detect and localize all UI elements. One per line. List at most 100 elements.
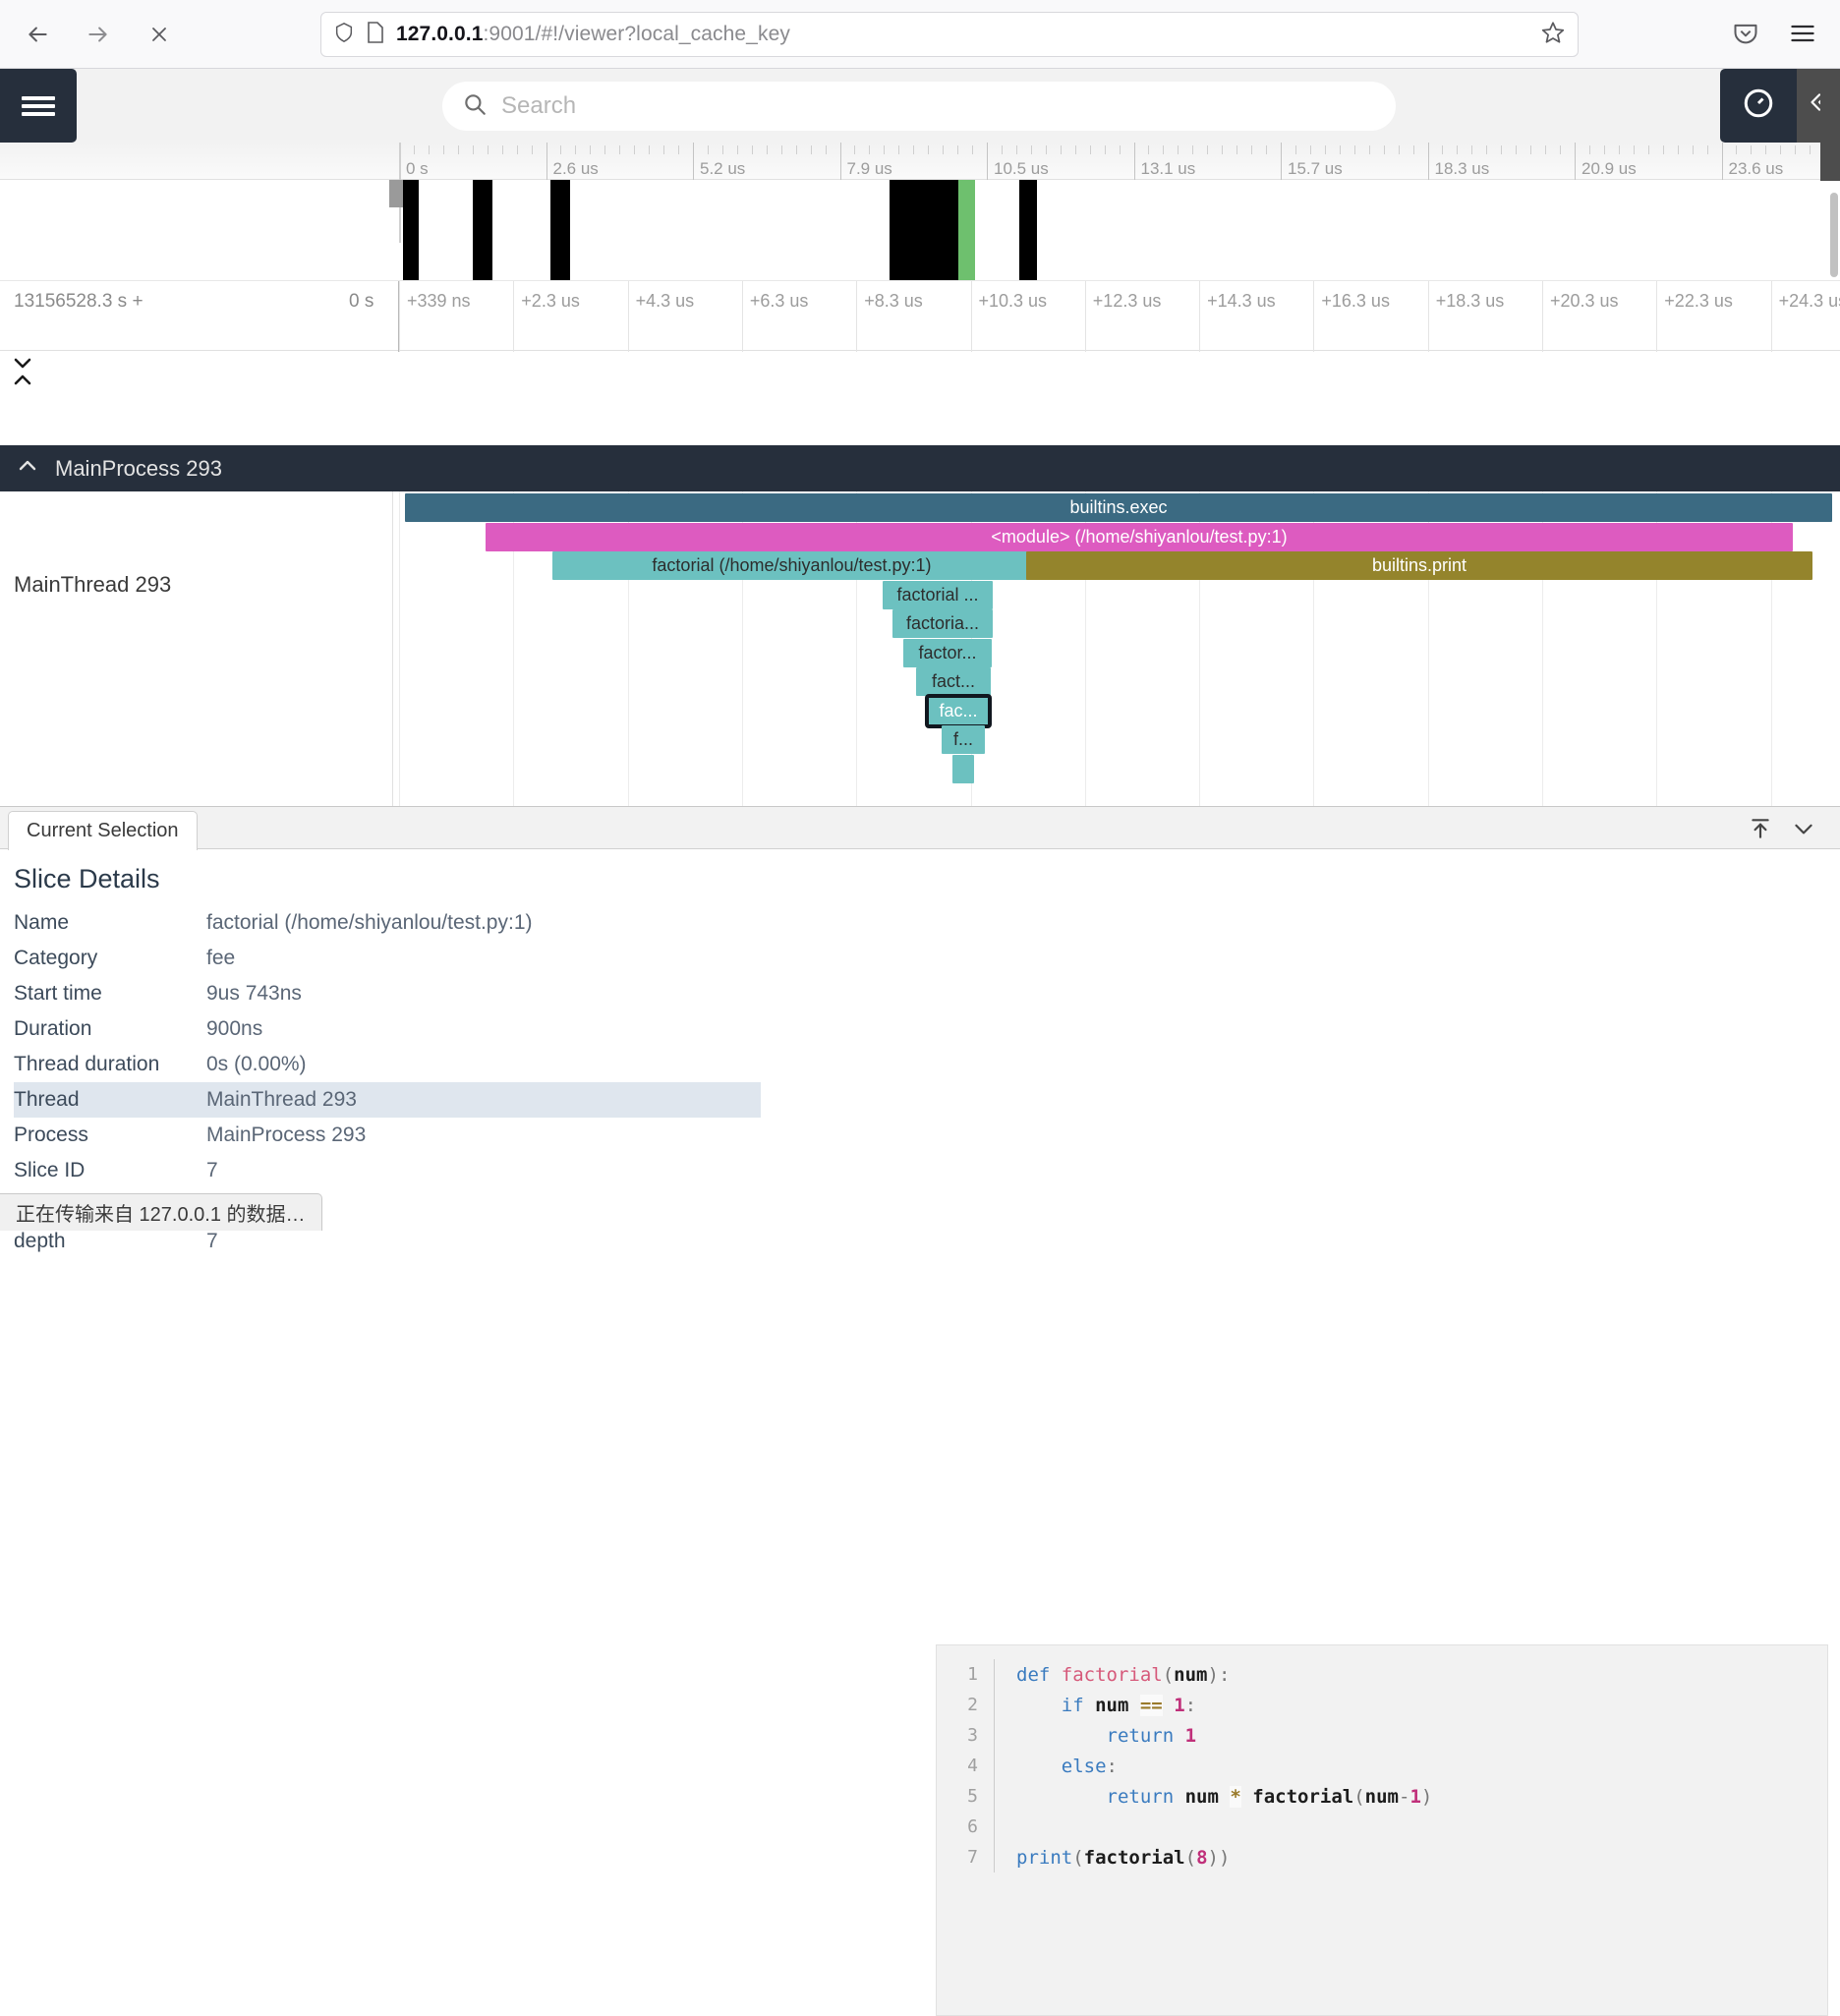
- overview-ruler[interactable]: 0 s 2.6 us 5.2 us 7.9 us 10.5 us 13.1 us 15.7 …: [0, 143, 1840, 180]
- code-gutter-divider: [994, 1842, 995, 1872]
- code-token: def: [1016, 1663, 1062, 1686]
- track-area[interactable]: MainThread 293 builtins.exec <module> (/h…: [0, 491, 1840, 806]
- time-axis-label: +12.3 us: [1092, 291, 1162, 311]
- slice[interactable]: factor...: [903, 638, 992, 667]
- overview-minor-tick: [825, 145, 827, 154]
- code-token: num: [1364, 1785, 1399, 1808]
- details-value: 9us 743ns: [206, 982, 302, 1005]
- browser-forward-button[interactable]: [75, 11, 122, 58]
- overview-minor-tick: [649, 145, 651, 154]
- code-token: :: [1184, 1694, 1197, 1716]
- time-axis[interactable]: 13156528.3 s + 0 s +339 ns +2.3 us +4.3 us…: [0, 280, 1840, 352]
- overview-minor-tick: [928, 145, 930, 154]
- slice[interactable]: builtins.print: [1026, 551, 1812, 580]
- overview-minor-tick: [795, 145, 797, 154]
- star-icon[interactable]: [1540, 20, 1566, 50]
- overview-minor-tick: [472, 145, 474, 154]
- code-line-text: print(factorial(8)): [1016, 1847, 1230, 1869]
- code-line: 6: [937, 1812, 1829, 1842]
- slice[interactable]: builtins.exec: [405, 493, 1832, 522]
- code-token: return: [1106, 1724, 1185, 1747]
- process-group-header[interactable]: MainProcess 293: [0, 445, 1840, 491]
- code-line-number: 1: [967, 1664, 978, 1685]
- slice[interactable]: f...: [942, 725, 985, 754]
- overview-minor-tick: [1192, 145, 1194, 154]
- pocket-icon[interactable]: [1724, 12, 1767, 55]
- expand-collapse-chevrons[interactable]: [10, 352, 39, 395]
- overview-minor-tick: [1692, 145, 1694, 154]
- overview-minor-tick: [1045, 145, 1047, 154]
- code-line-number: 7: [967, 1847, 978, 1868]
- slice[interactable]: factoria...: [892, 609, 993, 638]
- code-token: if: [1061, 1694, 1096, 1716]
- pin-to-top-icon[interactable]: [1742, 811, 1779, 846]
- overview-minor-tick: [428, 145, 430, 154]
- time-axis-label: +339 ns: [407, 291, 471, 311]
- overview-minor-tick: [972, 145, 974, 154]
- slice[interactable]: <module> (/home/shiyanlou/test.py:1): [486, 522, 1793, 551]
- code-gutter-divider: [994, 1781, 995, 1812]
- chevron-down-icon[interactable]: [1785, 811, 1822, 846]
- overview-minor-tick: [1178, 145, 1179, 154]
- address-bar[interactable]: 127.0.0.1:9001/#!/viewer?local_cache_key: [320, 12, 1579, 57]
- overview-minimap[interactable]: 0 s 2.6 us 5.2 us 7.9 us 10.5 us 13.1 us 15.7 …: [0, 143, 1840, 280]
- slice[interactable]: [952, 754, 974, 783]
- overview-bar: [550, 180, 570, 280]
- code-token: return: [1106, 1785, 1185, 1808]
- code-token: -: [1399, 1785, 1410, 1808]
- code-line-text: return num * factorial(num-1): [1016, 1785, 1432, 1808]
- sidebar-toggle-button[interactable]: [0, 69, 77, 143]
- details-value: 7: [206, 1230, 218, 1252]
- code-token: 1: [1409, 1785, 1421, 1808]
- page-scrollbar-track[interactable]: [1828, 181, 1840, 1231]
- time-axis-label: +10.3 us: [978, 291, 1048, 311]
- overview-minor-tick: [1339, 145, 1341, 154]
- code-gutter-divider: [994, 1751, 995, 1781]
- overview-brush-handle[interactable]: [389, 180, 403, 207]
- overview-minor-tick: [1104, 145, 1106, 154]
- code-token: (: [1353, 1785, 1365, 1808]
- overview-minor-tick: [663, 145, 665, 154]
- slice[interactable]: fac...: [925, 693, 992, 728]
- overview-minor-tick: [1471, 145, 1473, 154]
- record-button[interactable]: [1720, 69, 1797, 143]
- page-scrollbar-thumb[interactable]: [1830, 193, 1838, 277]
- time-axis-label: +22.3 us: [1664, 291, 1733, 311]
- browser-stop-button[interactable]: [136, 11, 183, 58]
- details-value: 7: [206, 1159, 218, 1181]
- code-token: factorial: [1083, 1846, 1185, 1869]
- browser-scrollbar[interactable]: [1820, 69, 1840, 181]
- hamburger-menu-icon[interactable]: [1781, 12, 1824, 55]
- slice[interactable]: factorial (/home/shiyanlou/test.py:1): [552, 551, 1031, 580]
- code-line-text: def factorial(num):: [1016, 1664, 1230, 1686]
- overview-minor-tick: [487, 145, 489, 154]
- search-input[interactable]: [501, 92, 1288, 120]
- overview-minor-tick: [516, 145, 518, 154]
- tab-current-selection[interactable]: Current Selection: [8, 811, 198, 850]
- overview-minor-tick: [1795, 145, 1797, 154]
- perfetto-app: 0 s 2.6 us 5.2 us 7.9 us 10.5 us 13.1 us 15.7 …: [0, 69, 1840, 2016]
- code-line-number: 2: [967, 1695, 978, 1715]
- overview-bar: [1019, 180, 1037, 280]
- omnibox[interactable]: [442, 82, 1396, 131]
- overview-minor-tick: [1706, 145, 1708, 154]
- details-value: MainProcess 293: [206, 1123, 367, 1146]
- status-text: 正在传输来自 127.0.0.1 的数据…: [16, 1204, 306, 1226]
- overview-minor-tick: [1516, 145, 1518, 154]
- overview-minor-tick: [766, 145, 768, 154]
- browser-back-button[interactable]: [14, 11, 61, 58]
- overview-minor-tick: [1618, 145, 1620, 154]
- slice[interactable]: factorial ...: [883, 580, 993, 609]
- code-token: (: [1184, 1846, 1197, 1869]
- browser-chrome: 127.0.0.1:9001/#!/viewer?local_cache_key: [0, 0, 1840, 69]
- overview-minor-tick: [869, 145, 871, 154]
- details-value: fee: [206, 947, 236, 969]
- details-key: Start time: [14, 982, 102, 1005]
- overview-canvas[interactable]: [0, 180, 1840, 280]
- time-axis-label: +14.3 us: [1207, 291, 1276, 311]
- slice[interactable]: fact...: [916, 667, 991, 696]
- overview-tick-label: 20.9 us: [1581, 159, 1637, 178]
- details-row: Name factorial (/home/shiyanlou/test.py:1…: [14, 905, 761, 941]
- app-topbar: [0, 69, 1840, 143]
- overview-minor-tick: [1751, 145, 1753, 154]
